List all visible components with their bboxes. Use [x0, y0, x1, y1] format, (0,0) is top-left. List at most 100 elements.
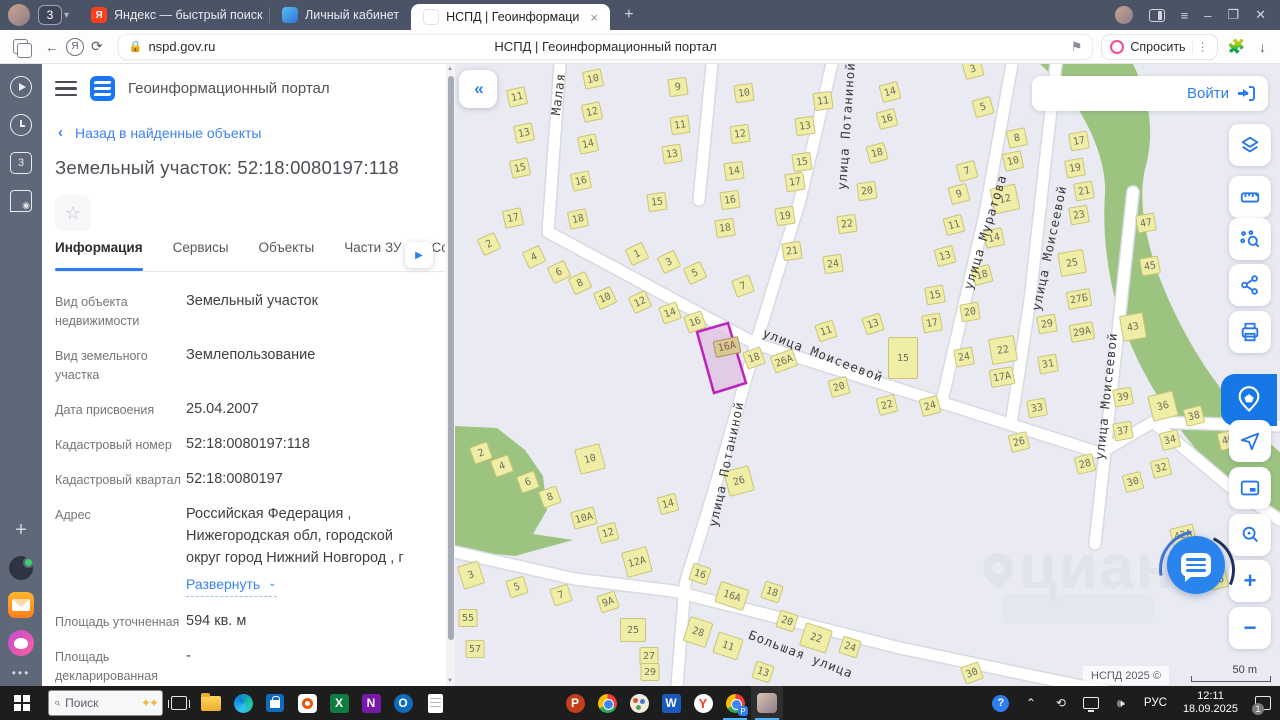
messenger-icon[interactable]: [9, 556, 33, 580]
url-field[interactable]: 🔒 nspd.gov.ru НСПД | Геоинформационный п…: [118, 34, 1094, 60]
tab-groups-icon[interactable]: [13, 39, 28, 54]
notepad-button[interactable]: [419, 686, 451, 720]
ruler-button[interactable]: [1229, 176, 1271, 218]
panel-tab-2[interactable]: Сервисы: [173, 240, 229, 271]
mail-icon[interactable]: [8, 592, 34, 618]
cian-watermark: циан: [983, 532, 1175, 603]
tray-expand-icon[interactable]: ⌃: [1016, 686, 1046, 720]
alice-icon[interactable]: [8, 630, 34, 656]
outlook-button[interactable]: O: [387, 686, 419, 720]
building-marker: 10: [1002, 150, 1024, 172]
paint-button[interactable]: [623, 686, 655, 720]
tab-yandex[interactable]: Я Яндекс — быстрый поиск: [79, 0, 269, 30]
panel-tab-1[interactable]: Информация: [55, 240, 143, 271]
screenshot-icon[interactable]: [10, 190, 32, 212]
clock[interactable]: 12:11 18.09.2025: [1175, 690, 1246, 716]
search-location-button[interactable]: [1229, 514, 1271, 556]
overview-map-button[interactable]: [1229, 467, 1271, 509]
login-icon: [1238, 86, 1255, 101]
url-text[interactable]: nspd.gov.ru: [148, 39, 215, 54]
tabs-scroll-right-button[interactable]: ▶: [405, 242, 433, 268]
map-canvas[interactable]: 1110121314151617182468101213591113151012…: [455, 64, 1280, 686]
file-explorer-button[interactable]: [195, 686, 227, 720]
word-button[interactable]: W: [655, 686, 687, 720]
browser-tabbar: 3 ▾ Я Яндекс — быстрый поиск Личный каби…: [0, 0, 1280, 30]
yandex-browser-button[interactable]: Y: [687, 686, 719, 720]
menu-icon[interactable]: ≡: [1181, 8, 1189, 23]
select-search-button[interactable]: [1229, 218, 1271, 260]
video-icon[interactable]: [10, 76, 32, 98]
excel-button[interactable]: X: [323, 686, 355, 720]
chevron-down-icon[interactable]: ▾: [64, 10, 69, 21]
ask-menu-icon[interactable]: ⋮: [1192, 40, 1209, 54]
display-icon[interactable]: [1076, 686, 1106, 720]
language-indicator[interactable]: РУС: [1136, 697, 1175, 709]
login-label[interactable]: Войти: [1187, 85, 1229, 102]
office-button[interactable]: [291, 686, 323, 720]
building-marker: 45: [1139, 255, 1161, 276]
chat-fab-button[interactable]: [1167, 536, 1225, 594]
scrollbar-thumb[interactable]: [448, 76, 454, 640]
sync-avatar[interactable]: [1115, 6, 1133, 24]
tab-close-icon[interactable]: ×: [590, 10, 598, 25]
help-icon[interactable]: ?: [986, 686, 1016, 720]
powerpoint-button[interactable]: P: [559, 686, 591, 720]
favorite-star-button[interactable]: ☆: [55, 195, 91, 231]
chrome-profile-button[interactable]: P: [719, 686, 751, 720]
download-icon[interactable]: ↓: [1259, 39, 1266, 55]
panel-scrollbar[interactable]: ▲ ▼: [446, 64, 455, 686]
chrome-button[interactable]: [591, 686, 623, 720]
reload-icon[interactable]: ⟳: [91, 38, 103, 55]
layers-button[interactable]: [1229, 124, 1271, 166]
back-icon[interactable]: ←: [45, 39, 59, 55]
collapse-panel-button[interactable]: «: [459, 70, 497, 108]
tabs-count-icon[interactable]: 3: [10, 152, 32, 174]
print-button[interactable]: [1229, 311, 1271, 353]
more-icon[interactable]: •••: [12, 666, 31, 680]
start-button[interactable]: [0, 686, 44, 720]
panel-tab-4[interactable]: Части ЗУ: [344, 240, 401, 271]
close-icon[interactable]: ✕: [1255, 7, 1266, 23]
panel-tab-3[interactable]: Объекты: [259, 240, 315, 271]
notification-icon[interactable]: 1: [1246, 686, 1280, 720]
expand-address-link[interactable]: Развернуть⌄: [186, 573, 277, 597]
tab-count-button[interactable]: 3: [38, 5, 62, 25]
active-app-button[interactable]: [751, 686, 783, 720]
extension-icon[interactable]: 🧩: [1228, 38, 1245, 55]
building-marker: 16: [719, 190, 740, 210]
minimize-icon[interactable]: –: [1204, 8, 1211, 23]
tray-update-icon[interactable]: ⟲: [1046, 686, 1076, 720]
volume-icon[interactable]: 🕪: [1106, 686, 1136, 720]
scroll-down-icon[interactable]: ▼: [447, 678, 453, 684]
yandex-button[interactable]: Я: [66, 38, 84, 56]
bookmark-icon[interactable]: ⚑: [1071, 39, 1083, 55]
onenote-button[interactable]: N: [355, 686, 387, 720]
ask-button[interactable]: Спросить ⋮: [1101, 34, 1217, 60]
locate-button[interactable]: [1229, 420, 1271, 462]
building-marker: 17: [784, 172, 805, 192]
side-panel-icon[interactable]: [1149, 9, 1165, 22]
tab-nspd-active[interactable]: ≋ НСПД | Геоинформаци ×: [411, 4, 610, 30]
taskbar-search[interactable]: ⌕ Поиск ✦✦: [48, 690, 163, 716]
building-marker: 55: [459, 609, 478, 627]
panel-tab-5[interactable]: Соста: [432, 240, 445, 271]
share-button[interactable]: [1229, 264, 1271, 306]
hamburger-menu-icon[interactable]: [55, 81, 77, 97]
maximize-icon[interactable]: ❐: [1227, 7, 1239, 23]
scale-bar: [1191, 676, 1271, 682]
add-icon[interactable]: +: [15, 519, 27, 542]
new-tab-button[interactable]: +: [618, 4, 640, 26]
edge-button[interactable]: [227, 686, 259, 720]
building-marker: 12: [581, 101, 603, 123]
back-to-results-link[interactable]: ‹ Назад в найденные объекты: [58, 124, 261, 141]
login-bar[interactable]: Войти: [1032, 76, 1268, 111]
zoom-out-button[interactable]: −: [1229, 607, 1271, 649]
tab-lichny-kabinet[interactable]: Личный кабинет: [270, 0, 411, 30]
building-marker: 25: [1057, 249, 1087, 277]
history-icon[interactable]: [10, 114, 32, 136]
task-view-button[interactable]: [163, 686, 195, 720]
map-identify-button-active[interactable]: [1221, 374, 1277, 426]
browser-profile-avatar[interactable]: [8, 4, 30, 26]
scroll-up-icon[interactable]: ▲: [447, 66, 453, 72]
store-button[interactable]: [259, 686, 291, 720]
